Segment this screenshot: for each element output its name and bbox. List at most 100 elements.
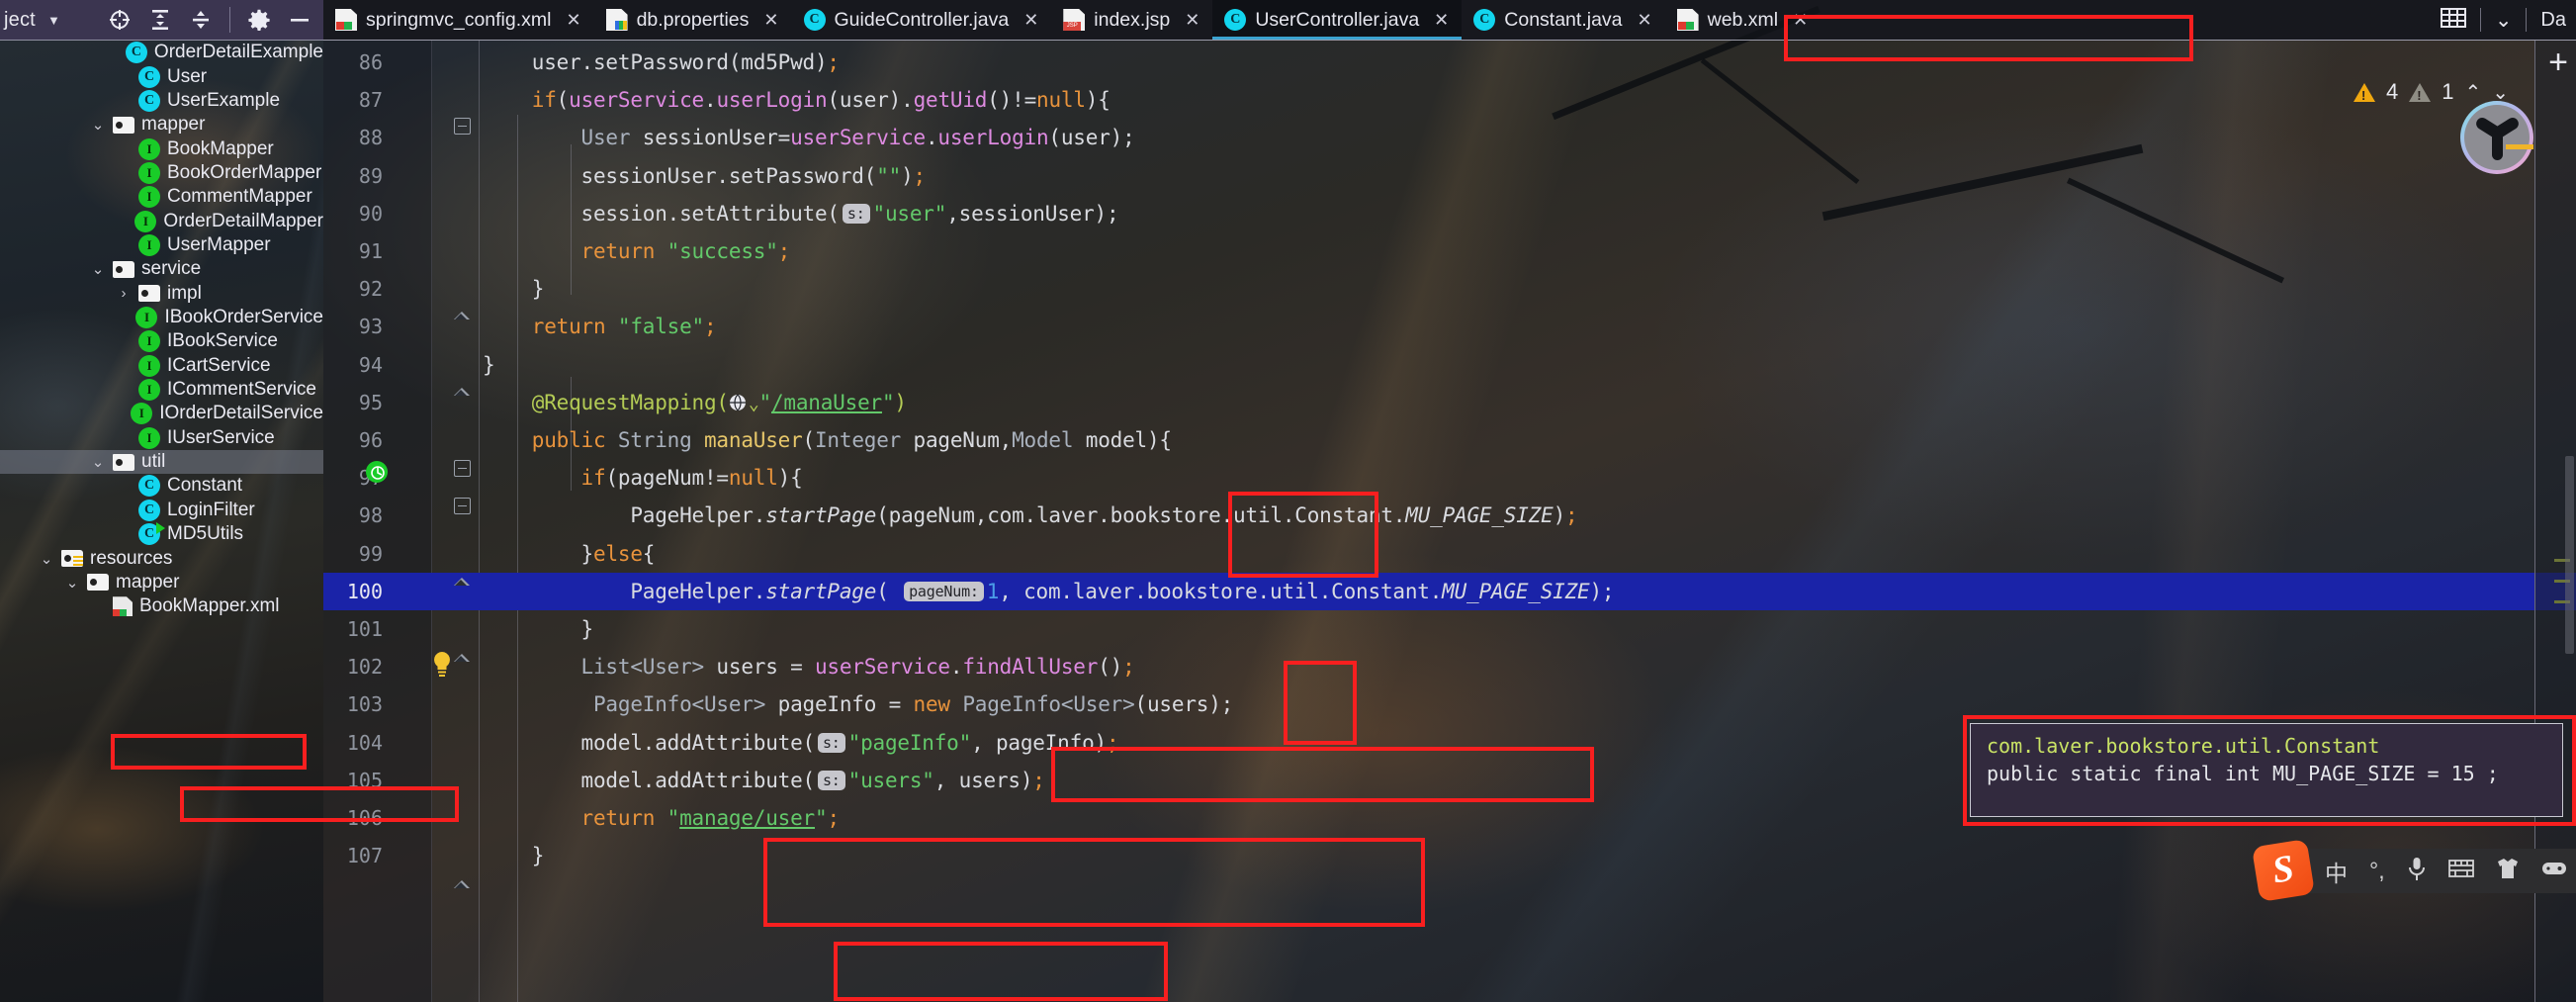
hide-panel-icon[interactable]	[288, 8, 311, 32]
project-tree[interactable]: C OrderDetailExample C User C UserExample ⌄ map…	[0, 41, 323, 1002]
web-mapping-icon[interactable]: ⌄	[729, 391, 759, 414]
expand-all-icon[interactable]	[148, 8, 172, 32]
tab-constant-java[interactable]: C Constant.java ✕	[1462, 0, 1664, 40]
editor-line-89[interactable]: 89 sessionUser.setPassword("");	[323, 157, 2576, 195]
fold-marker-99[interactable]	[454, 574, 471, 591]
tree-item-service[interactable]: ⌄ service	[0, 257, 323, 281]
close-icon[interactable]: ✕	[1185, 10, 1199, 31]
tree-item-bookmapper[interactable]: I BookMapper	[0, 137, 323, 160]
code-editor[interactable]: 86 user.setPassword(md5Pwd); 87 if(userSe…	[323, 41, 2576, 1002]
skin-icon[interactable]	[2496, 858, 2520, 884]
fold-marker-96[interactable]	[454, 460, 471, 477]
editor-line-103[interactable]: 103 PageInfo<User> pageInfo = new PageIn…	[323, 685, 2576, 723]
tree-item-orderdetailmapper[interactable]: I OrderDetailMapper	[0, 209, 323, 232]
chevron-down-icon[interactable]: ⌄	[65, 574, 79, 592]
editor-line-100[interactable]: 100 PageHelper.startPage( pageNum: 1, com…	[323, 572, 2576, 610]
fold-marker-101[interactable]	[454, 650, 471, 667]
grid-icon[interactable]	[2440, 7, 2466, 34]
code-text: PageHelper.startPage(pageNum,com.laver.b…	[483, 503, 1578, 528]
tree-item-icommentservice[interactable]: I ICommentService	[0, 378, 323, 402]
tab-index-jsp[interactable]: index.jsp ✕	[1051, 0, 1212, 40]
tree-item-bookmapper-xml[interactable]: BookMapper.xml	[0, 594, 323, 618]
chevron-down-icon[interactable]: ⌄	[91, 260, 105, 278]
close-icon[interactable]: ✕	[566, 10, 580, 31]
fold-marker-92[interactable]	[454, 308, 471, 324]
editor-line-102[interactable]: 102 List<User> users = userService.findA…	[323, 648, 2576, 685]
close-icon[interactable]: ✕	[1793, 10, 1808, 31]
fold-marker-97[interactable]	[454, 498, 471, 514]
tree-item-util[interactable]: ⌄ util	[0, 449, 323, 475]
collapse-all-icon[interactable]	[189, 8, 213, 32]
chinese-mode-icon[interactable]: 中	[2325, 855, 2348, 888]
chevron-down-icon[interactable]: ⌄	[91, 116, 105, 134]
locate-icon[interactable]	[108, 8, 132, 32]
editor-line-88[interactable]: 88 User sessionUser=userService.userLogi…	[323, 119, 2576, 156]
close-icon[interactable]: ✕	[1638, 10, 1652, 31]
tree-item-ibookorderservice[interactable]: I IBookOrderService	[0, 306, 323, 329]
tree-item-usermapper[interactable]: I UserMapper	[0, 233, 323, 257]
previous-problem-icon[interactable]: ⌃	[2465, 80, 2482, 105]
tree-item-impl[interactable]: › impl	[0, 282, 323, 306]
editor-line-96[interactable]: 96 public String manaUser(Integer pageNu…	[323, 421, 2576, 459]
settings-gear-icon[interactable]	[247, 8, 271, 32]
chevron-right-icon[interactable]: ›	[117, 285, 131, 302]
close-icon[interactable]: ✕	[763, 10, 778, 31]
tree-item-bookordermapper[interactable]: I BookOrderMapper	[0, 161, 323, 185]
code-text: session.setAttribute(s: "user",sessionUse…	[483, 201, 1119, 226]
fold-marker-107[interactable]	[454, 876, 471, 893]
project-scope-chevron-down-icon[interactable]: ▼	[47, 13, 60, 28]
tab-db-properties[interactable]: db.properties ✕	[594, 0, 792, 40]
tree-item-orderdetailexample[interactable]: C OrderDetailExample	[0, 41, 323, 64]
tab-web-xml[interactable]: web.xml ✕	[1665, 0, 1821, 40]
tree-item-user[interactable]: C User	[0, 64, 323, 88]
tree-item-commentmapper[interactable]: I CommentMapper	[0, 185, 323, 209]
editor-line-99[interactable]: 99 }else{	[323, 535, 2576, 573]
editor-line-94[interactable]: 94}	[323, 346, 2576, 384]
tree-item-userexample[interactable]: C UserExample	[0, 89, 323, 113]
tree-item-constant[interactable]: C Constant	[0, 474, 323, 498]
tab-usercontroller-java[interactable]: C UserController.java ✕	[1212, 0, 1463, 40]
tree-item-icartservice[interactable]: I ICartService	[0, 354, 323, 378]
fold-marker-87[interactable]	[454, 118, 471, 135]
chevron-down-icon[interactable]: ⌄	[40, 550, 53, 568]
tree-item-iorderdetailservice[interactable]: I IOrderDetailService	[0, 402, 323, 425]
chevron-down-icon[interactable]: ⌄	[91, 453, 105, 471]
sogou-logo-icon[interactable]: S	[2251, 838, 2316, 903]
voice-input-icon[interactable]	[2407, 857, 2427, 886]
spring-bean-icon[interactable]	[365, 460, 389, 488]
editor-line-90[interactable]: 90 session.setAttribute(s: "user",session…	[323, 195, 2576, 232]
tree-item-loginfilter[interactable]: C LoginFilter	[0, 499, 323, 522]
punctuation-icon[interactable]: °,	[2369, 858, 2385, 884]
editor-line-97[interactable]: 97 if(pageNum!=null){	[323, 459, 2576, 497]
inspection-status-widget[interactable]: 4 1 ⌃ ⌄	[2354, 79, 2509, 105]
lightbulb-icon[interactable]	[430, 651, 454, 683]
tree-item-iuserservice[interactable]: I IUserService	[0, 426, 323, 450]
soft-keyboard-icon[interactable]	[2447, 859, 2474, 883]
tree-item-mapper[interactable]: ⌄ mapper	[0, 113, 323, 137]
fold-marker-94[interactable]	[454, 384, 471, 401]
tree-item-mapper[interactable]: ⌄ mapper	[0, 571, 323, 594]
sogou-ime-toolbar[interactable]: S 中 °,	[2251, 838, 2576, 903]
editor-line-92[interactable]: 92 }	[323, 270, 2576, 308]
tabbar-chevron-down-icon[interactable]: ⌄	[2495, 8, 2513, 33]
add-icon[interactable]: +	[2548, 46, 2568, 79]
tree-item-resources[interactable]: ⌄ resources	[0, 546, 323, 570]
editor-line-98[interactable]: 98 PageHelper.startPage(pageNum,com.lave…	[323, 497, 2576, 534]
tab-springmvc-config-xml[interactable]: springmvc_config.xml ✕	[323, 0, 594, 40]
tree-item-ibookservice[interactable]: I IBookService	[0, 329, 323, 353]
editor-line-95[interactable]: 95 @RequestMapping(⌄"/manaUser")	[323, 384, 2576, 421]
toolbox-icon[interactable]	[2541, 860, 2567, 882]
close-icon[interactable]: ✕	[1023, 10, 1038, 31]
tree-item-md5utils[interactable]: C MD5Utils	[0, 522, 323, 546]
editor-line-91[interactable]: 91 return "success";	[323, 232, 2576, 270]
editor-line-107[interactable]: 107 }	[323, 837, 2576, 874]
close-icon[interactable]: ✕	[1434, 10, 1449, 31]
tab-guidecontroller-java[interactable]: C GuideController.java ✕	[792, 0, 1052, 40]
editor-line-86[interactable]: 86 user.setPassword(md5Pwd);	[323, 44, 2576, 81]
editor-line-101[interactable]: 101 }	[323, 610, 2576, 648]
weak-warning-count: 1	[2442, 79, 2454, 104]
3d-axis-gizmo[interactable]	[2460, 101, 2533, 174]
editor-line-87[interactable]: 87 if(userService.userLogin(user).getUid…	[323, 81, 2576, 119]
editor-line-93[interactable]: 93 return "false";	[323, 308, 2576, 345]
tabbar-overflow-label[interactable]: Da	[2540, 9, 2566, 32]
